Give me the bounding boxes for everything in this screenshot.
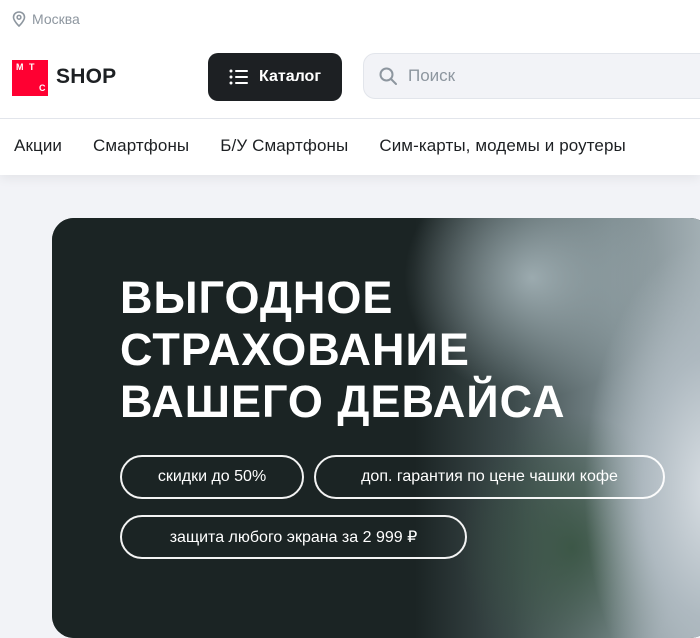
nav-item-smartphones[interactable]: Смартфоны: [93, 136, 189, 156]
nav-item-used-smartphones[interactable]: Б/У Смартфоны: [220, 136, 348, 156]
catalog-label: Каталог: [259, 68, 321, 85]
logo-letter-c: С: [39, 83, 46, 93]
screen-protection-pill: защита любого экрана за 2 999 ₽: [120, 515, 467, 559]
mts-logo[interactable]: М Т С: [12, 60, 48, 96]
logo-letter-t: Т: [29, 62, 35, 72]
catalog-button[interactable]: Каталог: [208, 53, 342, 101]
banner-title: ВЫГОДНОЕ СТРАХОВАНИЕ ВАШЕГО ДЕВАЙСА: [120, 272, 565, 428]
location-pin-icon: [12, 11, 26, 27]
category-nav: Акции Смартфоны Б/У Смартфоны Сим-карты,…: [14, 126, 626, 166]
city-selector[interactable]: Москва: [12, 8, 80, 30]
header-divider: [0, 118, 700, 119]
banner-title-line-2: СТРАХОВАНИЕ: [120, 324, 470, 375]
city-label: Москва: [32, 11, 80, 27]
search-bar[interactable]: [363, 53, 700, 99]
logo-letter-m: М: [16, 62, 24, 72]
warranty-pill: доп. гарантия по цене чашки кофе: [314, 455, 665, 499]
shop-label[interactable]: SHOP: [56, 65, 116, 89]
nav-item-sim-modems-routers[interactable]: Сим-карты, модемы и роутеры: [379, 136, 626, 156]
search-input[interactable]: [406, 65, 650, 87]
promo-banner[interactable]: ВЫГОДНОЕ СТРАХОВАНИЕ ВАШЕГО ДЕВАЙСА скид…: [52, 218, 700, 638]
discount-pill: скидки до 50%: [120, 455, 304, 499]
banner-title-line-1: ВЫГОДНОЕ: [120, 272, 394, 323]
logo-row: М Т С SHOP Каталог: [0, 40, 700, 112]
banner-title-line-3: ВАШЕГО ДЕВАЙСА: [120, 376, 566, 427]
search-icon: [379, 67, 397, 85]
nav-item-promotions[interactable]: Акции: [14, 136, 62, 156]
header: Москва М Т С SHOP Каталог Акции См: [0, 0, 700, 175]
menu-list-icon: [229, 69, 248, 85]
